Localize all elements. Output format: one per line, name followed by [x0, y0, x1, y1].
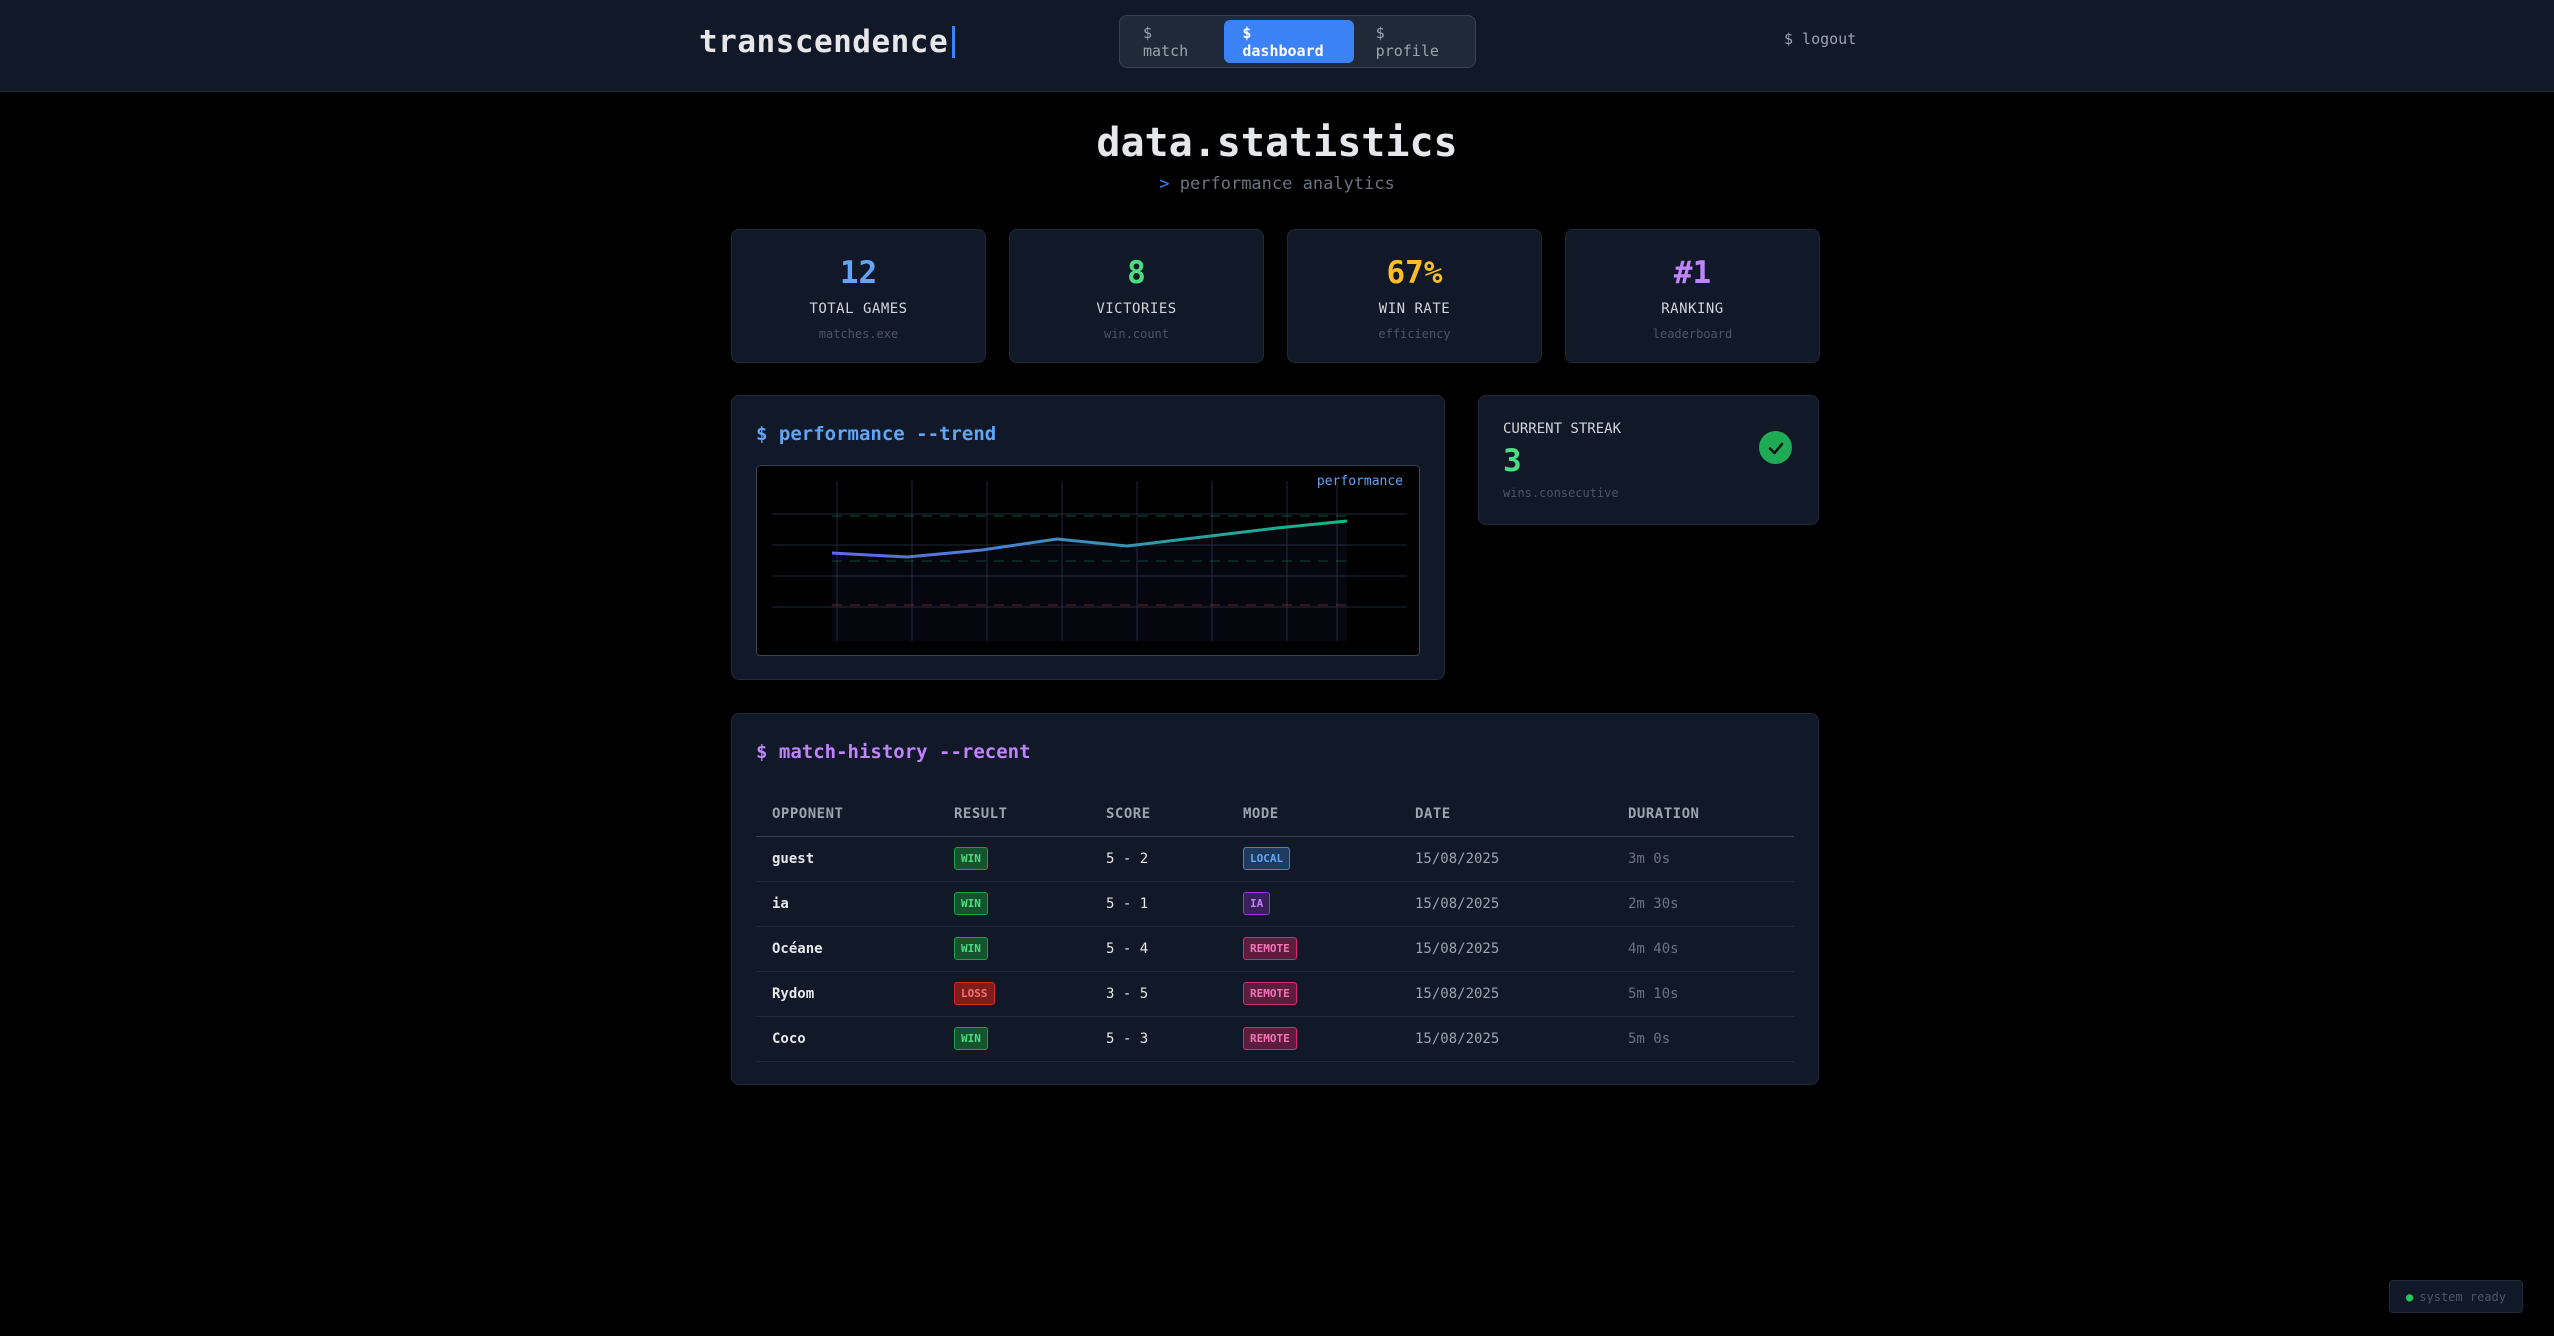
stat-sub: leaderboard	[1652, 327, 1733, 341]
stat-value: 8	[1127, 255, 1146, 291]
nav-profile-button[interactable]: $ profile	[1358, 20, 1470, 63]
stat-value: 67%	[1386, 255, 1443, 291]
performance-panel: $ performance --trend performance	[731, 395, 1445, 680]
opponent-cell: Coco	[756, 1016, 938, 1062]
score-cell: 5 - 4	[1090, 926, 1227, 972]
mode-badge: LOCAL	[1243, 847, 1291, 870]
table-row[interactable]: Océane WIN 5 - 4 REMOTE 15/08/2025 4m 40…	[756, 926, 1794, 972]
streak-sub: wins.consecutive	[1503, 486, 1619, 500]
chart-legend: performance	[1316, 474, 1403, 489]
score-cell: 5 - 1	[1090, 881, 1227, 927]
cursor-icon	[952, 26, 956, 58]
mode-badge: REMOTE	[1243, 937, 1297, 960]
performance-title: $ performance --trend	[756, 423, 997, 445]
mode-badge: REMOTE	[1243, 982, 1297, 1005]
table-row[interactable]: guest WIN 5 - 2 LOCAL 15/08/2025 3m 0s	[756, 836, 1794, 882]
result-cell: WIN	[938, 1016, 1090, 1062]
stat-card-total-games: 12 TOTAL GAMES matches.exe	[731, 229, 986, 363]
column-header-mode: MODE	[1227, 792, 1399, 837]
mode-cell: REMOTE	[1227, 1016, 1399, 1062]
date-cell: 15/08/2025	[1399, 881, 1612, 927]
streak-label: CURRENT STREAK	[1503, 421, 1622, 437]
stat-card-ranking: #1 RANKING leaderboard	[1565, 229, 1820, 363]
performance-area	[832, 521, 1347, 641]
stat-sub: matches.exe	[818, 327, 899, 341]
check-circle-icon	[1759, 431, 1792, 464]
result-badge: WIN	[954, 847, 988, 870]
performance-chart-svg	[772, 481, 1407, 641]
page-title: data.statistics	[1096, 120, 1458, 166]
result-cell: WIN	[938, 836, 1090, 882]
result-badge: WIN	[954, 1027, 988, 1050]
duration-cell: 4m 40s	[1612, 926, 1794, 972]
duration-cell: 2m 30s	[1612, 881, 1794, 927]
column-header-date: DATE	[1399, 792, 1612, 837]
table-row[interactable]: Coco WIN 5 - 3 REMOTE 15/08/2025 5m 0s	[756, 1016, 1794, 1062]
result-badge: WIN	[954, 937, 988, 960]
mode-badge: REMOTE	[1243, 1027, 1297, 1050]
performance-chart: performance	[756, 465, 1420, 656]
page-subtitle: > performance analytics	[0, 174, 2554, 194]
table-header-row: OPPONENT RESULT SCORE MODE DATE DURATION	[756, 792, 1794, 837]
column-header-result: RESULT	[938, 792, 1090, 837]
prompt-icon: >	[1159, 174, 1170, 194]
match-history-table: OPPONENT RESULT SCORE MODE DATE DURATION…	[756, 792, 1794, 1062]
stat-value: #1	[1673, 255, 1712, 291]
result-badge: LOSS	[954, 982, 995, 1005]
brand-name: transcendence	[699, 24, 949, 60]
table-row[interactable]: ia WIN 5 - 1 IA 15/08/2025 2m 30s	[756, 881, 1794, 927]
result-badge: WIN	[954, 892, 988, 915]
subtitle-text: performance analytics	[1179, 174, 1395, 194]
result-cell: LOSS	[938, 971, 1090, 1017]
table-row[interactable]: Rydom LOSS 3 - 5 REMOTE 15/08/2025 5m 10…	[756, 971, 1794, 1017]
mode-cell: REMOTE	[1227, 971, 1399, 1017]
streak-panel: CURRENT STREAK 3 wins.consecutive	[1478, 395, 1819, 525]
opponent-cell: Rydom	[756, 971, 938, 1017]
mode-cell: LOCAL	[1227, 836, 1399, 882]
column-header-score: SCORE	[1090, 792, 1227, 837]
date-cell: 15/08/2025	[1399, 1016, 1612, 1062]
mode-badge: IA	[1243, 892, 1271, 915]
date-cell: 15/08/2025	[1399, 971, 1612, 1017]
stat-value: 12	[839, 255, 878, 291]
stat-label: WIN RATE	[1378, 301, 1451, 317]
logout-button[interactable]: $ logout	[1784, 30, 1856, 48]
stat-sub: efficiency	[1378, 327, 1451, 341]
stat-label: TOTAL GAMES	[809, 301, 908, 317]
nav-match-button[interactable]: $ match	[1125, 20, 1220, 63]
mode-cell: IA	[1227, 881, 1399, 927]
brand-logo[interactable]: transcendence	[699, 22, 956, 62]
system-status-badge: ● system ready	[2389, 1280, 2523, 1313]
duration-cell: 3m 0s	[1612, 836, 1794, 882]
column-header-duration: DURATION	[1612, 792, 1794, 837]
match-history-title: $ match-history --recent	[756, 741, 1031, 763]
date-cell: 15/08/2025	[1399, 836, 1612, 882]
stat-label: VICTORIES	[1096, 301, 1177, 317]
result-cell: WIN	[938, 926, 1090, 972]
stat-card-win-rate: 67% WIN RATE efficiency	[1287, 229, 1542, 363]
mode-cell: REMOTE	[1227, 926, 1399, 972]
opponent-cell: ia	[756, 881, 938, 927]
duration-cell: 5m 10s	[1612, 971, 1794, 1017]
stat-sub: win.count	[1103, 327, 1170, 341]
duration-cell: 5m 0s	[1612, 1016, 1794, 1062]
stat-card-victories: 8 VICTORIES win.count	[1009, 229, 1264, 363]
nav-dashboard-button[interactable]: $ dashboard	[1224, 20, 1354, 63]
result-cell: WIN	[938, 881, 1090, 927]
status-dot-icon: ●	[2406, 1289, 2414, 1304]
main-nav: $ match $ dashboard $ profile	[1119, 15, 1476, 68]
system-status-text: system ready	[2419, 1289, 2506, 1304]
date-cell: 15/08/2025	[1399, 926, 1612, 972]
opponent-cell: Océane	[756, 926, 938, 972]
match-history-panel: $ match-history --recent OPPONENT RESULT…	[731, 713, 1819, 1085]
top-navigation-bar: transcendence $ match $ dashboard $ prof…	[0, 0, 2554, 92]
score-cell: 5 - 3	[1090, 1016, 1227, 1062]
streak-value: 3	[1503, 443, 1522, 479]
score-cell: 5 - 2	[1090, 836, 1227, 882]
column-header-opponent: OPPONENT	[756, 792, 938, 837]
opponent-cell: guest	[756, 836, 938, 882]
stat-label: RANKING	[1661, 301, 1724, 317]
score-cell: 3 - 5	[1090, 971, 1227, 1017]
